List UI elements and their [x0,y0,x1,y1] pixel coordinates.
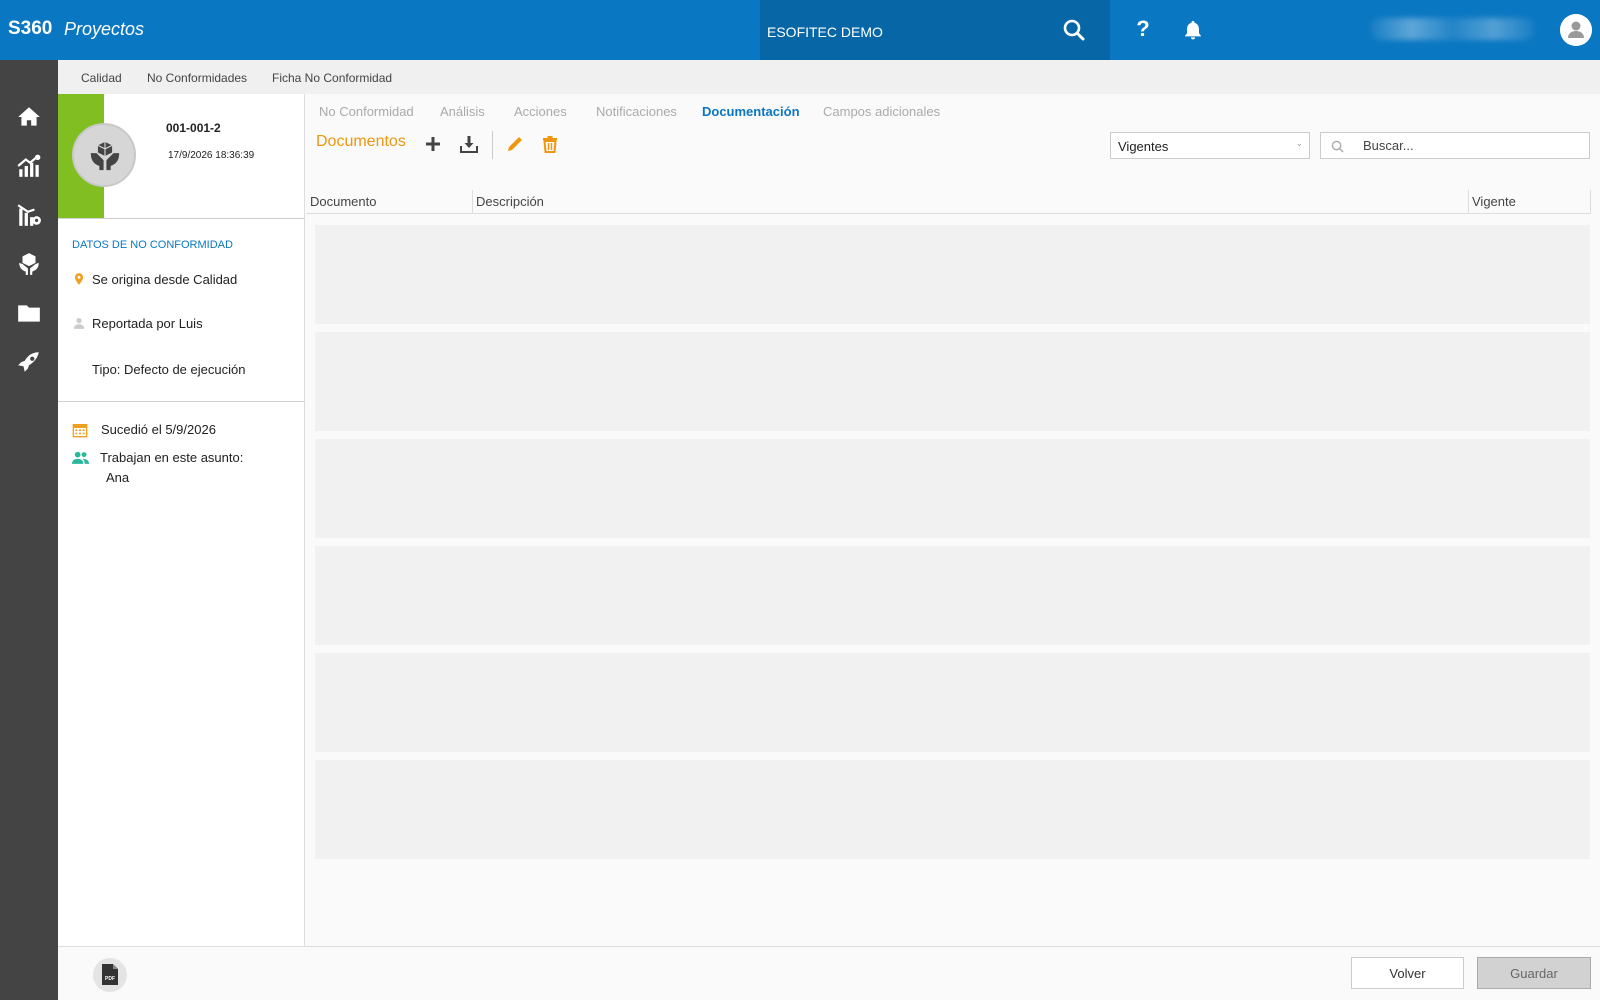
loading-row-placeholder [315,760,1590,859]
search-icon [1331,140,1344,153]
chevron-down-icon: ⌄ [1295,138,1303,148]
documents-title: Documentos [316,133,406,150]
reported-by-text: Reportada por Luis [92,316,203,331]
footer-bar: PDF Volver Guardar [58,946,1600,1000]
column-separator[interactable] [1468,190,1469,214]
help-icon[interactable]: ? [1131,16,1155,42]
team-icon [72,451,89,464]
record-summary-panel: 001-001-2 17/9/2026 18:36:39 DATOS DE NO… [58,94,305,946]
nc-avatar [72,123,136,187]
documents-grid-header: Documento Descripción Vigente [306,190,1591,214]
trash-icon[interactable] [540,134,560,154]
working-label: Trabajan en este asunto: [100,450,244,465]
breadcrumb-no-conformidades[interactable]: No Conformidades [147,71,247,85]
edit-pencil-icon[interactable] [505,134,525,154]
location-pin-icon [74,273,84,285]
module-title: Proyectos [64,19,145,39]
column-separator [1590,190,1591,214]
tab-analisis[interactable]: Análisis [440,104,485,119]
record-datetime: 17/9/2026 18:36:39 [168,150,255,161]
tab-no-conformidad[interactable]: No Conformidad [319,104,414,119]
rocket-icon[interactable] [16,349,42,375]
quality-hands-icon [90,141,120,171]
column-header-descripcion[interactable]: Descripción [476,194,544,209]
breadcrumb-calidad[interactable]: Calidad [81,71,122,85]
record-code: 001-001-2 [166,121,221,135]
pdf-label: PDF [105,976,115,982]
divider [58,218,305,219]
calendar-icon [72,424,88,438]
loading-row-placeholder [315,332,1590,431]
documents-main-panel: No Conformidad Análisis Acciones Notific… [306,94,1600,946]
column-header-vigente[interactable]: Vigente [1472,194,1516,209]
chart-growth-icon[interactable] [16,153,42,179]
type-text: Tipo: Defecto de ejecución [92,362,246,377]
search-icon[interactable] [1062,18,1086,42]
working-people: Ana [106,470,130,485]
tab-notificaciones[interactable]: Notificaciones [596,104,677,119]
add-icon[interactable] [423,134,443,154]
loading-row-placeholder [315,546,1590,645]
top-bar: S360 Proyectos ESOFITEC DEMO ? [0,0,1600,60]
bell-icon[interactable] [1182,19,1204,41]
column-header-documento[interactable]: Documento [310,194,376,209]
save-button[interactable]: Guardar [1477,957,1591,989]
origin-text: Se origina desde Calidad [92,272,238,287]
left-nav-rail [0,60,58,1000]
breadcrumb-ficha-no-conformidad[interactable]: Ficha No Conformidad [272,71,392,85]
section-title: DATOS DE NO CONFORMIDAD [72,239,233,251]
validity-filter-value: Vigentes [1118,139,1169,154]
tab-acciones[interactable]: Acciones [514,104,567,119]
column-separator[interactable] [472,190,473,214]
chart-settings-icon[interactable] [16,202,42,228]
validity-filter-select[interactable]: Vigentes ⌄ [1110,132,1310,159]
folder-icon[interactable] [16,300,42,326]
back-button[interactable]: Volver [1351,957,1464,989]
app-logo[interactable]: S360 [8,18,52,40]
occurred-date-text: Sucedió el 5/9/2026 [101,422,216,437]
loading-row-placeholder [315,653,1590,752]
pdf-export-button[interactable]: PDF [93,958,127,992]
tab-campos-adicionales[interactable]: Campos adicionales [823,104,940,119]
user-name-blurred [1370,18,1535,40]
pdf-file-icon: PDF [102,964,118,985]
search-input[interactable] [1363,138,1583,153]
breadcrumb: Calidad No Conformidades Ficha No Confor… [58,60,1600,94]
company-name[interactable]: ESOFITEC DEMO [767,24,883,40]
loading-row-placeholder [315,439,1590,538]
home-icon[interactable] [16,104,42,130]
quality-hands-icon[interactable] [16,251,42,277]
tab-documentacion[interactable]: Documentación [702,104,800,119]
company-bar: ESOFITEC DEMO [760,0,1110,60]
user-avatar-icon[interactable] [1560,14,1592,46]
loading-row-placeholder [315,225,1590,324]
user-icon [73,318,85,329]
divider [58,401,305,402]
search-field[interactable] [1320,132,1590,159]
toolbar-separator [492,131,493,159]
download-icon[interactable] [459,134,479,154]
